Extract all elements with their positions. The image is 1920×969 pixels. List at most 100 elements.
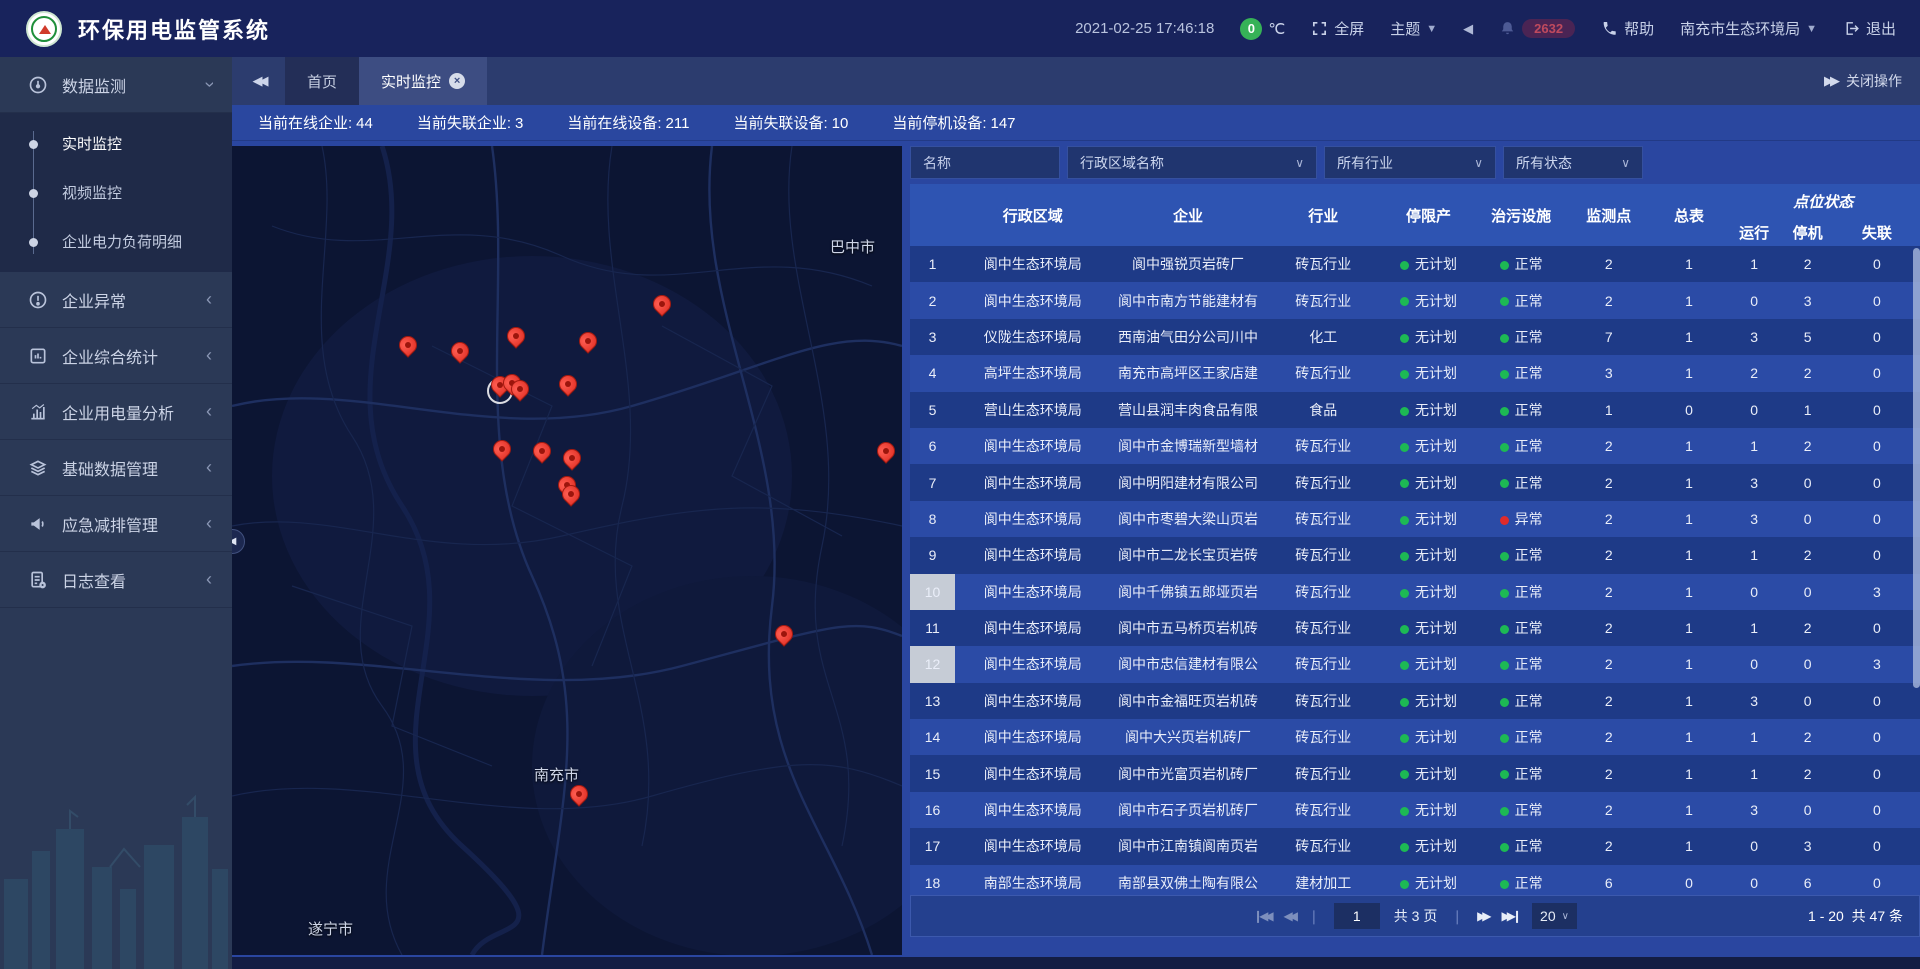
cell-meters: 1	[1651, 574, 1726, 610]
cell-lost: 0	[1834, 355, 1920, 391]
cell-region: 阆中生态环境局	[955, 246, 1110, 282]
row-number: 12	[910, 646, 955, 682]
name-search-input[interactable]	[910, 146, 1060, 179]
sidebar-item-realtime-monitor[interactable]: 实时监控	[0, 119, 232, 168]
table-row[interactable]: 11阆中生态环境局阆中市五马桥页岩机砖砖瓦行业无计划正常21120	[910, 610, 1920, 646]
row-number: 1	[910, 246, 955, 282]
row-number: 11	[910, 610, 955, 646]
table-row[interactable]: 13阆中生态环境局阆中市金福旺页岩机砖砖瓦行业无计划正常21300	[910, 683, 1920, 719]
cell-points: 2	[1566, 501, 1651, 537]
page-size-select[interactable]: 20∨	[1532, 903, 1577, 929]
cell-meters: 1	[1651, 282, 1726, 318]
org-dropdown[interactable]: 南充市生态环境局▼	[1680, 18, 1817, 39]
next-page-button[interactable]: ▶▶	[1477, 909, 1487, 923]
enterprise-table-header: 行政区域 企业 行业 停限产 治污设施 监测点 总表 点位状态 运行 停机 失联	[910, 184, 1920, 246]
cell-limit-status: 无计划	[1381, 501, 1476, 537]
forward-icon: ▶▶	[1824, 73, 1836, 89]
cell-stop: 1	[1782, 392, 1834, 428]
bottom-strip	[232, 957, 1920, 969]
cell-limit-status: 无计划	[1381, 574, 1476, 610]
sidebar-group-enterprise-statistics[interactable]: 企业综合统计‹	[0, 328, 232, 384]
cell-stop: 2	[1782, 355, 1834, 391]
pager-divider: ❘	[1451, 908, 1463, 925]
table-row[interactable]: 8阆中生态环境局阆中市枣碧大梁山页岩砖瓦行业无计划异常21300	[910, 501, 1920, 537]
cell-company: 阆中大兴页岩机砖厂	[1110, 719, 1265, 755]
prev-page-button[interactable]: ◀◀	[1284, 909, 1294, 923]
logout-button[interactable]: 退出	[1843, 18, 1896, 39]
table-row[interactable]: 1阆中生态环境局阆中强锐页岩砖厂砖瓦行业无计划正常21120	[910, 246, 1920, 282]
cell-industry: 砖瓦行业	[1266, 755, 1381, 791]
table-row[interactable]: 3仪陇生态环境局西南油气田分公司川中化工无计划正常71350	[910, 319, 1920, 355]
cell-facility-status: 正常	[1476, 865, 1566, 895]
sidebar-item-power-load-detail[interactable]: 企业电力负荷明细	[0, 217, 232, 266]
sidebar-group-power-analysis[interactable]: 企业用电量分析‹	[0, 384, 232, 440]
table-row[interactable]: 9阆中生态环境局阆中市二龙长宝页岩砖砖瓦行业无计划正常21120	[910, 537, 1920, 573]
page-number-input[interactable]	[1334, 903, 1380, 929]
status-dot-green	[1500, 770, 1509, 779]
sidebar-group-enterprise-exception[interactable]: 企业异常‹	[0, 272, 232, 328]
chevron-expanded-icon: ‹	[199, 82, 220, 88]
cell-region: 阆中生态环境局	[955, 574, 1110, 610]
table-row[interactable]: 5营山生态环境局营山县润丰肉食品有限食品无计划正常10010	[910, 392, 1920, 428]
cell-company: 阆中市南方节能建材有	[1110, 282, 1265, 318]
cell-meters: 1	[1651, 464, 1726, 500]
cell-meters: 1	[1651, 646, 1726, 682]
cell-facility-status: 正常	[1476, 319, 1566, 355]
chevron-down-icon: ∨	[1621, 156, 1630, 170]
cell-stop: 5	[1782, 319, 1834, 355]
stats-window-icon	[28, 346, 48, 366]
region-select[interactable]: 行政区域名称∨	[1067, 146, 1317, 179]
close-operations-button[interactable]: ▶▶ 关闭操作	[1824, 57, 1920, 105]
table-row[interactable]: 4高坪生态环境局南充市高坪区王家店建砖瓦行业无计划正常31220	[910, 355, 1920, 391]
status-dot-green	[1400, 589, 1409, 598]
cell-region: 阆中生态环境局	[955, 646, 1110, 682]
tab-realtime-monitor[interactable]: 实时监控 ×	[359, 57, 487, 105]
status-dot-green	[1500, 589, 1509, 598]
col-points: 监测点	[1566, 184, 1651, 246]
temperature-indicator: 0 ℃	[1240, 18, 1285, 40]
mute-button[interactable]: ◀	[1463, 21, 1473, 37]
map-panel[interactable]: 巴中市 南充市 遂宁市 ◀	[232, 146, 902, 955]
table-row[interactable]: 18南部生态环境局南部县双佛土陶有限公建材加工无计划正常60060	[910, 865, 1920, 895]
tabs-scroll-left-button[interactable]: ◀◀	[232, 57, 285, 105]
table-scrollbar[interactable]	[1913, 248, 1920, 688]
table-row[interactable]: 14阆中生态环境局阆中大兴页岩机砖厂砖瓦行业无计划正常21120	[910, 719, 1920, 755]
cell-industry: 砖瓦行业	[1266, 246, 1381, 282]
sidebar-group-base-data[interactable]: 基础数据管理‹	[0, 440, 232, 496]
status-select[interactable]: 所有状态∨	[1503, 146, 1643, 179]
notification-area[interactable]: 2632	[1499, 19, 1575, 38]
cell-stop: 0	[1782, 683, 1834, 719]
logout-icon	[1843, 20, 1860, 37]
cell-lost: 0	[1834, 792, 1920, 828]
cell-facility-status: 正常	[1476, 355, 1566, 391]
cell-region: 阆中生态环境局	[955, 683, 1110, 719]
sidebar-group-emergency-reduction[interactable]: 应急减排管理‹	[0, 496, 232, 552]
cell-region: 阆中生态环境局	[955, 719, 1110, 755]
status-dot-green	[1500, 734, 1509, 743]
cell-facility-status: 正常	[1476, 246, 1566, 282]
table-row[interactable]: 16阆中生态环境局阆中市石子页岩机砖厂砖瓦行业无计划正常21300	[910, 792, 1920, 828]
chevron-collapsed-icon: ‹	[206, 457, 212, 478]
theme-dropdown[interactable]: 主题▼	[1390, 18, 1437, 39]
pagination-bar: ❙◀◀ ◀◀ ❘ 共 3 页 ❘ ▶▶ ▶▶❙ 20∨ 1 - 20 共 47 …	[910, 895, 1920, 937]
industry-select[interactable]: 所有行业∨	[1324, 146, 1496, 179]
sidebar-group-log-view[interactable]: 日志查看‹	[0, 552, 232, 608]
table-row[interactable]: 12阆中生态环境局阆中市忠信建材有限公砖瓦行业无计划正常21003	[910, 646, 1920, 682]
table-row[interactable]: 2阆中生态环境局阆中市南方节能建材有砖瓦行业无计划正常21030	[910, 282, 1920, 318]
sidebar-group-data-monitor[interactable]: 数据监测 ‹	[0, 57, 232, 113]
help-button[interactable]: 帮助	[1601, 18, 1654, 39]
cell-facility-status: 正常	[1476, 392, 1566, 428]
sidebar-item-video-monitor[interactable]: 视频监控	[0, 168, 232, 217]
tab-home[interactable]: 首页	[285, 57, 359, 105]
cell-facility-status: 异常	[1476, 501, 1566, 537]
table-body-scroll-area[interactable]: 1阆中生态环境局阆中强锐页岩砖厂砖瓦行业无计划正常211202阆中生态环境局阆中…	[910, 246, 1920, 895]
first-page-button[interactable]: ❙◀◀	[1253, 909, 1270, 923]
last-page-button[interactable]: ▶▶❙	[1502, 909, 1519, 923]
table-row[interactable]: 10阆中生态环境局阆中千佛镇五郎垭页岩砖瓦行业无计划正常21003	[910, 574, 1920, 610]
table-row[interactable]: 15阆中生态环境局阆中市光富页岩机砖厂砖瓦行业无计划正常21120	[910, 755, 1920, 791]
table-row[interactable]: 6阆中生态环境局阆中市金博瑞新型墙材砖瓦行业无计划正常21120	[910, 428, 1920, 464]
table-row[interactable]: 17阆中生态环境局阆中市江南镇阆南页岩砖瓦行业无计划正常21030	[910, 828, 1920, 864]
table-row[interactable]: 7阆中生态环境局阆中明阳建材有限公司砖瓦行业无计划正常21300	[910, 464, 1920, 500]
tab-close-icon[interactable]: ×	[449, 73, 465, 89]
fullscreen-button[interactable]: 全屏	[1311, 18, 1364, 39]
